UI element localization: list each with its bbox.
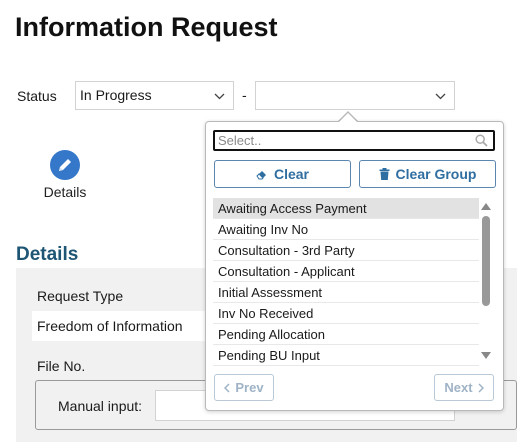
dropdown-option[interactable]: Inv No Received [213, 303, 479, 324]
eraser-icon [256, 170, 266, 179]
search-placeholder: Select.. [218, 133, 262, 148]
chevron-down-icon [214, 93, 225, 100]
chevron-down-icon [435, 93, 446, 100]
page-title: Information Request [15, 12, 278, 42]
dropdown-caret-fill [338, 113, 358, 123]
pencil-icon [50, 150, 80, 180]
dropdown-option[interactable]: Initial Assessment [213, 282, 479, 303]
search-icon [475, 134, 488, 147]
status-label: Status [17, 88, 57, 104]
prev-page-label: Prev [235, 380, 264, 395]
chevron-left-icon [224, 382, 230, 393]
file-no-label: File No. [37, 358, 86, 374]
clear-group-button[interactable]: Clear Group [359, 160, 496, 188]
status-separator: - [242, 87, 247, 103]
dropdown-option[interactable]: Awaiting Inv No [213, 219, 479, 240]
request-type-value[interactable]: Freedom of Information [32, 311, 212, 341]
scroll-down-icon[interactable] [481, 352, 491, 359]
dropdown-option[interactable]: Consultation - 3rd Party [213, 240, 479, 261]
status-select-value: In Progress [80, 87, 152, 103]
prev-page-button[interactable]: Prev [214, 374, 274, 401]
details-link[interactable]: Details [40, 150, 90, 200]
dropdown-option[interactable]: Pending BU Input [213, 345, 479, 366]
clear-button-label: Clear [273, 166, 310, 182]
scroll-up-icon[interactable] [481, 203, 491, 210]
next-page-label: Next [444, 380, 473, 395]
clear-button[interactable]: Clear [214, 160, 351, 188]
dropdown-search-input[interactable]: Select.. [213, 130, 495, 151]
details-link-label: Details [43, 184, 87, 200]
section-heading: Details [16, 244, 79, 265]
next-page-button[interactable]: Next [434, 374, 494, 401]
dropdown-option[interactable]: Pending Allocation [213, 324, 479, 345]
status-select[interactable]: In Progress [75, 81, 234, 110]
status-sub-select[interactable] [255, 81, 455, 110]
manual-input-label: Manual input: [58, 398, 143, 414]
scroll-thumb[interactable] [482, 216, 490, 306]
clear-group-button-label: Clear Group [395, 166, 477, 182]
chevron-right-icon [478, 382, 484, 393]
dropdown-option[interactable]: Consultation - Applicant [213, 261, 479, 282]
trash-icon [379, 168, 390, 180]
dropdown-option[interactable]: Awaiting Access Payment [213, 198, 479, 219]
dropdown-option-list: Awaiting Access Payment Awaiting Inv No … [213, 198, 479, 366]
dropdown-scrollbar[interactable] [480, 199, 492, 363]
request-type-label: Request Type [37, 288, 124, 304]
